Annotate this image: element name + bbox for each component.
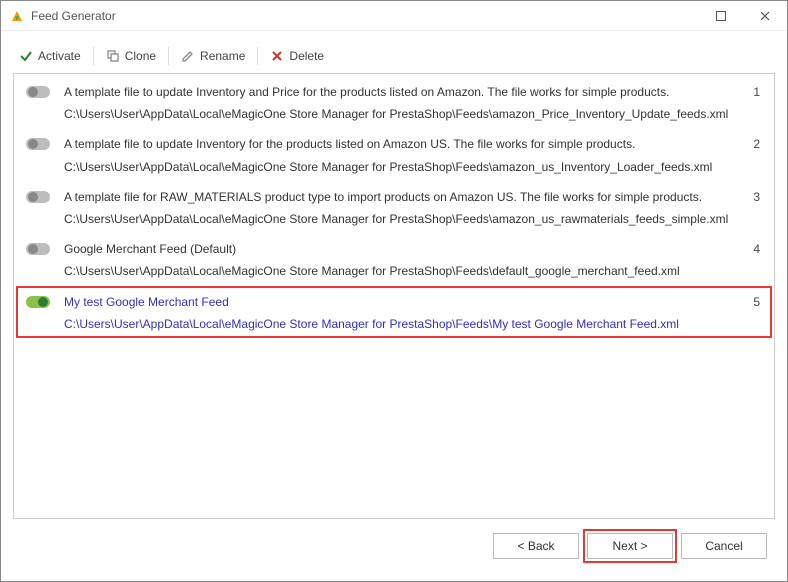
feed-path: C:\Users\User\AppData\Local\eMagicOne St… <box>64 159 734 175</box>
feed-row-body: A template file to update Inventory for … <box>64 136 734 174</box>
feed-row[interactable]: My test Google Merchant Feed C:\Users\Use… <box>16 286 772 338</box>
feed-title: A template file for RAW_MATERIALS produc… <box>64 189 734 205</box>
delete-label: Delete <box>289 49 324 63</box>
feed-title: Google Merchant Feed (Default) <box>64 241 734 257</box>
feed-row-body: Google Merchant Feed (Default) C:\Users\U… <box>64 241 734 279</box>
feed-row-body: A template file to update Inventory and … <box>64 84 734 122</box>
toolbar-separator <box>168 47 169 65</box>
close-button[interactable] <box>743 1 787 31</box>
feed-index: 4 <box>744 241 760 256</box>
toggle-column <box>26 84 54 98</box>
toggle-column <box>26 136 54 150</box>
app-icon <box>9 8 25 24</box>
window-title: Feed Generator <box>31 9 699 23</box>
toggle-column <box>26 189 54 203</box>
clone-label: Clone <box>125 49 156 63</box>
titlebar: Feed Generator <box>1 1 787 31</box>
feed-index: 1 <box>744 84 760 99</box>
feed-generator-window: Feed Generator Activate Clone <box>0 0 788 582</box>
cancel-button[interactable]: Cancel <box>681 533 767 559</box>
activate-toggle[interactable] <box>26 191 50 203</box>
content-area: Activate Clone Rename Dele <box>1 31 787 581</box>
feed-path: C:\Users\User\AppData\Local\eMagicOne St… <box>64 316 734 332</box>
feed-index: 2 <box>744 136 760 151</box>
maximize-button[interactable] <box>699 1 743 31</box>
toolbar-separator <box>93 47 94 65</box>
activate-toggle[interactable] <box>26 243 50 255</box>
feed-path: C:\Users\User\AppData\Local\eMagicOne St… <box>64 211 734 227</box>
feed-title: A template file to update Inventory and … <box>64 84 734 100</box>
delete-button[interactable]: Delete <box>264 47 330 65</box>
feed-row-body: My test Google Merchant Feed C:\Users\Use… <box>64 294 734 332</box>
back-button[interactable]: < Back <box>493 533 579 559</box>
activate-toggle[interactable] <box>26 138 50 150</box>
toolbar-separator <box>257 47 258 65</box>
rename-label: Rename <box>200 49 245 63</box>
activate-button[interactable]: Activate <box>13 47 87 65</box>
check-icon <box>19 49 33 63</box>
rename-button[interactable]: Rename <box>175 47 251 65</box>
toolbar: Activate Clone Rename Dele <box>13 43 775 73</box>
next-button[interactable]: Next > <box>587 533 673 559</box>
feed-row[interactable]: A template file to update Inventory and … <box>16 76 772 128</box>
clone-icon <box>106 49 120 63</box>
feed-index: 3 <box>744 189 760 204</box>
feed-row-body: A template file for RAW_MATERIALS produc… <box>64 189 734 227</box>
feed-title: My test Google Merchant Feed <box>64 294 734 310</box>
toggle-column <box>26 241 54 255</box>
feed-path: C:\Users\User\AppData\Local\eMagicOne St… <box>64 106 734 122</box>
wizard-footer: < Back Next > Cancel <box>13 519 775 569</box>
pencil-icon <box>181 49 195 63</box>
feed-row[interactable]: A template file for RAW_MATERIALS produc… <box>16 181 772 233</box>
feed-title: A template file to update Inventory for … <box>64 136 734 152</box>
activate-label: Activate <box>38 49 81 63</box>
clone-button[interactable]: Clone <box>100 47 162 65</box>
feed-row[interactable]: A template file to update Inventory for … <box>16 128 772 180</box>
window-controls <box>699 1 787 31</box>
feed-path: C:\Users\User\AppData\Local\eMagicOne St… <box>64 263 734 279</box>
activate-toggle[interactable] <box>26 296 50 308</box>
delete-icon <box>270 49 284 63</box>
feed-row[interactable]: Google Merchant Feed (Default) C:\Users\U… <box>16 233 772 285</box>
toggle-column <box>26 294 54 308</box>
feed-index: 5 <box>744 294 760 309</box>
feed-list[interactable]: A template file to update Inventory and … <box>13 73 775 519</box>
activate-toggle[interactable] <box>26 86 50 98</box>
